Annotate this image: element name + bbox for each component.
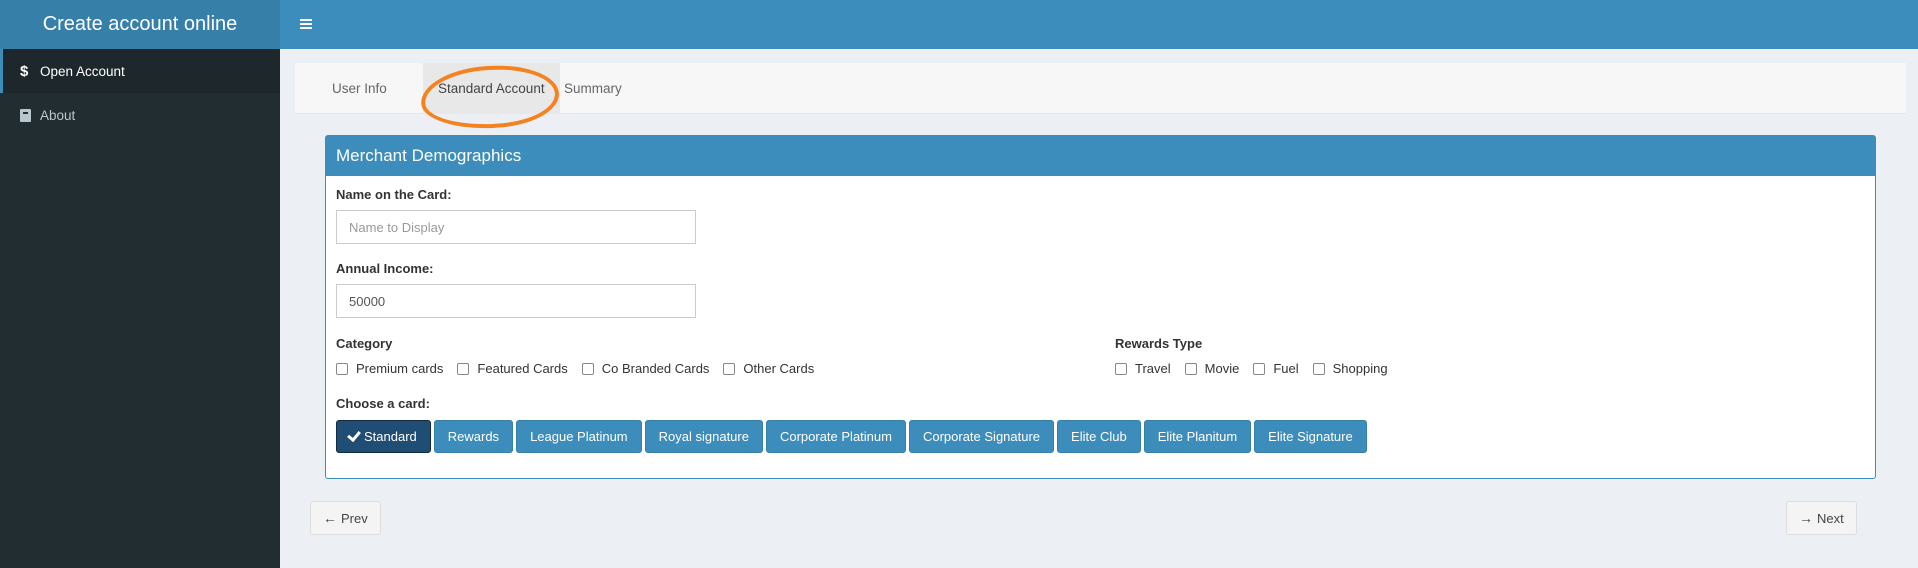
book-icon xyxy=(20,108,31,122)
choose-card-label: Choose a card: xyxy=(336,396,430,411)
sidebar-toggle-button[interactable] xyxy=(294,12,318,36)
tab-bar: User Info Standard Account Summary xyxy=(295,62,1906,132)
tab-summary[interactable]: Summary xyxy=(549,63,637,114)
category-checkboxes: Premium cards Featured Cards Co Branded … xyxy=(336,361,828,376)
sidebar-item-open-account[interactable]: $ Open Account xyxy=(0,49,280,93)
checkbox-premium-cards[interactable]: Premium cards xyxy=(336,361,443,376)
sidebar: $ Open Account About xyxy=(0,49,280,568)
prev-button[interactable]: ← Prev xyxy=(310,501,381,535)
name-on-card-input[interactable] xyxy=(336,210,696,244)
card-button-elite-club[interactable]: Elite Club xyxy=(1057,420,1141,453)
card-button-group: Standard Rewards League Platinum Royal s… xyxy=(336,420,1370,453)
sidebar-item-label: Open Account xyxy=(40,63,125,79)
checkbox-other-cards[interactable]: Other Cards xyxy=(723,361,814,376)
card-button-rewards[interactable]: Rewards xyxy=(433,420,514,453)
hamburger-icon xyxy=(300,19,312,29)
sidebar-item-label: About xyxy=(40,107,76,123)
checkbox-movie[interactable]: Movie xyxy=(1184,361,1239,376)
arrow-right-icon: → xyxy=(1799,510,1813,526)
rewards-type-label: Rewards Type xyxy=(1115,336,1203,351)
checkbox-co-branded-cards[interactable]: Co Branded Cards xyxy=(581,361,709,376)
checkmark-icon xyxy=(347,427,361,442)
panel-title: Merchant Demographics xyxy=(326,136,1875,176)
card-button-elite-planitum[interactable]: Elite Planitum xyxy=(1143,420,1252,453)
main-content: User Info Standard Account Summary Merch… xyxy=(280,49,1918,568)
card-button-corporate-platinum[interactable]: Corporate Platinum xyxy=(765,420,906,453)
rewards-checkboxes: Travel Movie Fuel Shopping xyxy=(1115,361,1402,376)
arrow-left-icon: ← xyxy=(323,510,337,526)
merchant-demographics-panel: Merchant Demographics Name on the Card: … xyxy=(325,135,1876,479)
name-label: Name on the Card: xyxy=(336,187,452,202)
tab-user-info[interactable]: User Info xyxy=(317,63,402,114)
card-button-corporate-signature[interactable]: Corporate Signature xyxy=(908,420,1055,453)
card-button-league-platinum[interactable]: League Platinum xyxy=(516,420,642,453)
checkbox-featured-cards[interactable]: Featured Cards xyxy=(457,361,568,376)
category-label: Category xyxy=(336,336,393,351)
dollar-icon: $ xyxy=(20,62,29,80)
checkbox-shopping[interactable]: Shopping xyxy=(1312,361,1388,376)
checkbox-travel[interactable]: Travel xyxy=(1115,361,1171,376)
annual-income-input[interactable] xyxy=(336,284,696,318)
checkbox-fuel[interactable]: Fuel xyxy=(1253,361,1299,376)
card-button-elite-signature[interactable]: Elite Signature xyxy=(1254,420,1367,453)
income-label: Annual Income: xyxy=(336,261,434,276)
app-title: Create account online xyxy=(0,0,280,49)
next-button[interactable]: → Next xyxy=(1786,501,1857,535)
tab-standard-account[interactable]: Standard Account xyxy=(423,63,560,114)
card-button-standard[interactable]: Standard xyxy=(336,420,431,453)
card-button-royal-signature[interactable]: Royal signature xyxy=(644,420,763,453)
sidebar-item-about[interactable]: About xyxy=(0,93,280,137)
top-navbar xyxy=(280,0,1918,49)
